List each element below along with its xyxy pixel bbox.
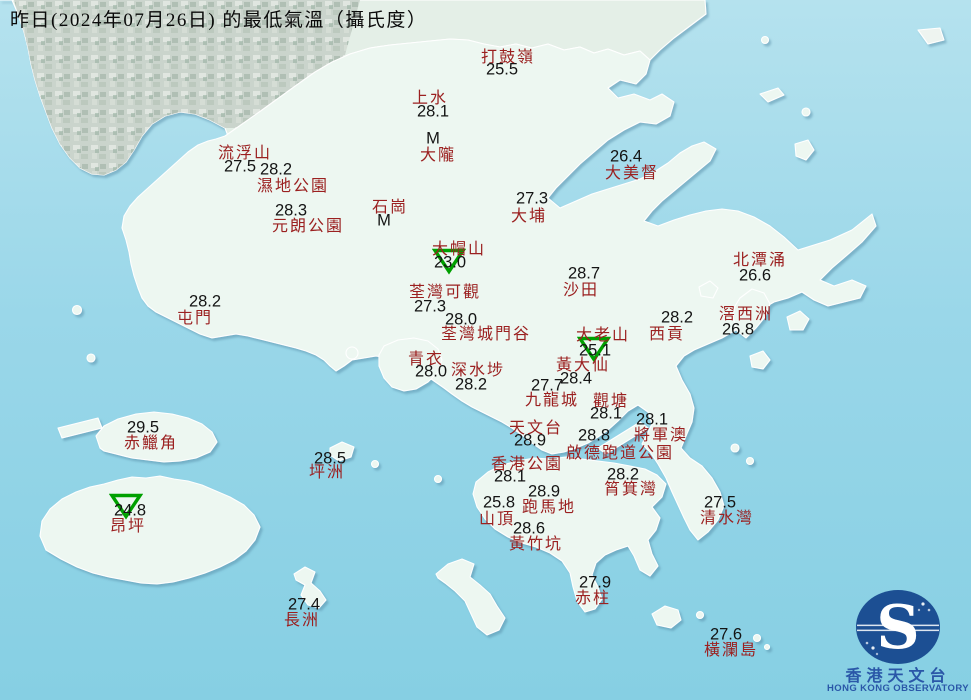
station-value: 24.8: [113, 501, 147, 520]
station-value: 28.2: [454, 375, 488, 394]
station-value: 28.2: [259, 160, 293, 179]
station-layer: 25.5 打鼓嶺 28.1 上水 M 大隴 26.4 大美督 27.5 流浮山 28.2 濕地公園 28…: [0, 0, 971, 700]
station-value: 28.8: [577, 426, 611, 445]
station-value: 27.5: [703, 493, 737, 512]
station-value: 23.0: [433, 253, 467, 272]
station-value: M: [377, 211, 391, 230]
station-value: 28.2: [188, 292, 222, 311]
logo-name-english: HONG KONG OBSERVATORY: [827, 683, 969, 694]
station-value: 28.9: [527, 482, 561, 501]
station-value: 28.6: [512, 519, 546, 538]
station-value: 29.5: [126, 418, 160, 437]
station-value: 28.3: [274, 201, 308, 220]
station-value: 28.1: [493, 467, 527, 486]
station-value: 26.4: [609, 147, 643, 166]
station-value: 28.9: [513, 431, 547, 450]
station-value: 27.3: [515, 189, 549, 208]
station-value: 26.6: [738, 266, 772, 285]
station-value: 27.3: [413, 297, 447, 316]
station-value: 27.7: [530, 376, 564, 395]
station-value: 28.1: [635, 410, 669, 429]
station-value: 28.0: [414, 362, 448, 381]
station-value: 25.5: [485, 60, 519, 79]
station-value: 27.6: [709, 625, 743, 644]
station-value: 27.4: [287, 595, 321, 614]
station-value: 28.2: [606, 465, 640, 484]
station-value: 28.7: [567, 264, 601, 283]
station-value: 28.5: [313, 449, 347, 468]
station-value: M: [426, 129, 440, 148]
page-title: 昨日(2024年07月26日) 的最低氣溫（攝氏度）: [10, 10, 428, 31]
station-value: 28.1: [589, 404, 623, 423]
station-value: 28.2: [660, 308, 694, 327]
station-value: 25.1: [578, 341, 612, 360]
station-value: 28.0: [444, 310, 478, 329]
station-value: 27.9: [578, 573, 612, 592]
station-value: 28.1: [416, 102, 450, 121]
station-value: 26.8: [721, 320, 755, 339]
station-value: 27.5: [223, 157, 257, 176]
station-value: 25.8: [482, 493, 516, 512]
min-temperature-map-page: S 昨日(2024年07月26日) 的最低氣溫（攝氏度） 25.5 打鼓嶺 28.1…: [0, 0, 971, 700]
station-value: 28.4: [559, 369, 593, 388]
